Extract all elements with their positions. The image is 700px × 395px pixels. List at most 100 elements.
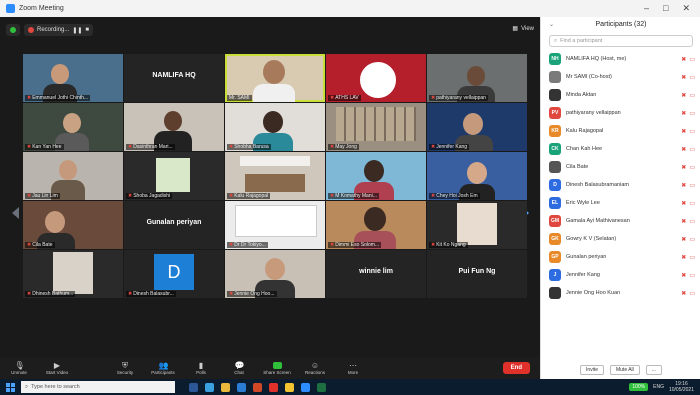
profile-picture bbox=[156, 158, 190, 192]
muted-mic-icon: ✖ bbox=[128, 193, 133, 199]
participant-name: Dr Dr Tokiyo... bbox=[234, 242, 266, 248]
video-tile[interactable]: ✖Dr Dr Tokiyo... bbox=[225, 201, 325, 249]
video-tile[interactable]: NAMLIFA HQ bbox=[124, 54, 224, 102]
video-tile[interactable]: ✖Kan Yan Hee bbox=[23, 103, 123, 151]
share-screen-button[interactable]: Share Screen bbox=[258, 361, 296, 375]
participant-row[interactable]: Jennie Ong Hoo Kuan ✖ ▭ bbox=[541, 284, 700, 302]
video-tile[interactable]: ✖Cila Bate bbox=[23, 201, 123, 249]
close-button[interactable]: ✕ bbox=[682, 3, 690, 14]
participant-name: pathiyarany vellaippan bbox=[436, 95, 486, 101]
participant-search-input[interactable]: ⌕ Find a participant bbox=[549, 35, 693, 47]
avatar bbox=[549, 161, 561, 173]
participant-row[interactable]: Mr SAMI (Co-host) ✖ ▭ bbox=[541, 68, 700, 86]
window-controls: – □ ✕ bbox=[644, 3, 700, 14]
stop-icon[interactable]: ■ bbox=[85, 27, 89, 33]
more-button[interactable]: ⋯ More bbox=[334, 361, 372, 375]
participant-row-name: Jennie Ong Hoo Kuan bbox=[566, 290, 621, 296]
video-tile[interactable]: ✖May Jong bbox=[326, 103, 426, 151]
video-tile[interactable]: D ✖Dinesh Balasubr... bbox=[124, 250, 224, 298]
participant-name: Jau Lin Lim bbox=[32, 193, 58, 199]
participant-video bbox=[463, 113, 483, 135]
file-explorer-icon[interactable] bbox=[221, 382, 230, 392]
invite-button[interactable]: Invite bbox=[580, 365, 604, 375]
video-tile[interactable]: ✖M Komathy Mani... bbox=[326, 152, 426, 200]
video-tile[interactable]: ✖pathiyarany vellaippan bbox=[427, 54, 527, 102]
clock[interactable]: 19:16 10/05/2021 bbox=[669, 381, 694, 393]
language-indicator[interactable]: ENG bbox=[653, 384, 664, 390]
video-tile[interactable]: ✖Kalu Rajagopal bbox=[225, 152, 325, 200]
mute-all-button[interactable]: Mute All bbox=[609, 365, 640, 375]
unmute-button[interactable]: 🎙 Unmute bbox=[0, 361, 38, 375]
video-tile[interactable]: ✖Chey Hoi Josh Em bbox=[427, 152, 527, 200]
participant-video bbox=[364, 207, 386, 231]
video-tile[interactable]: ✖Shoba Jagadishi bbox=[124, 152, 224, 200]
participant-row[interactable]: GP Gunalan periyan ✖ ▭ bbox=[541, 248, 700, 266]
participants-button[interactable]: 👥 Participants bbox=[144, 361, 182, 375]
participant-row[interactable]: PV pathiyarany vellaippan ✖ ▭ bbox=[541, 104, 700, 122]
windows-start-button[interactable] bbox=[6, 382, 15, 392]
clock-date: 10/05/2021 bbox=[668, 387, 694, 393]
polls-button[interactable]: ▮ Polls bbox=[182, 361, 220, 375]
taskbar-search-input[interactable]: ⌕ Type here to search bbox=[21, 381, 175, 393]
chevron-down-icon[interactable]: ⌄ bbox=[549, 21, 554, 28]
video-tile[interactable]: ✖ATHS LAV bbox=[326, 54, 426, 102]
video-tile[interactable]: ✖Jau Lin Lim bbox=[23, 152, 123, 200]
recording-indicator[interactable]: Recording... ❚❚ ■ bbox=[24, 24, 94, 36]
participant-row[interactable]: EL Eric Wyle Lee ✖ ▭ bbox=[541, 194, 700, 212]
participant-row[interactable]: J Jennifer Kang ✖ ▭ bbox=[541, 266, 700, 284]
zoom-icon[interactable] bbox=[301, 382, 310, 392]
edge-icon[interactable] bbox=[205, 382, 214, 392]
participant-name: Jennie Ong Hoo... bbox=[234, 291, 275, 297]
reactions-button[interactable]: ☺ Reactions bbox=[296, 361, 334, 375]
video-tile[interactable]: ✖Emmanuel Jothi Chinth... bbox=[23, 54, 123, 102]
prev-page-arrow[interactable] bbox=[12, 207, 19, 219]
acrobat-icon[interactable] bbox=[269, 382, 278, 392]
participant-row[interactable]: Cila Bate ✖ ▭ bbox=[541, 158, 700, 176]
security-shield-pill[interactable] bbox=[6, 24, 20, 36]
maximize-button[interactable]: □ bbox=[663, 3, 668, 14]
profile-picture bbox=[457, 203, 497, 245]
shield-icon: ⛨ bbox=[122, 360, 128, 370]
participant-row[interactable]: GK Gowry K V (Selatan) ✖ ▭ bbox=[541, 230, 700, 248]
word-icon[interactable] bbox=[237, 382, 246, 392]
powerpoint-icon[interactable] bbox=[253, 382, 262, 392]
video-tile-active-speaker[interactable]: Mr. SAMI bbox=[225, 54, 325, 102]
video-tile[interactable]: Gunalan periyan bbox=[124, 201, 224, 249]
participant-row[interactable]: CK Chan Kah Hee ✖ ▭ bbox=[541, 140, 700, 158]
video-tile[interactable]: ✖Dimmi Eso Solom... bbox=[326, 201, 426, 249]
view-button[interactable]: ▦ View bbox=[512, 25, 534, 33]
video-off-icon: ▭ bbox=[689, 164, 695, 171]
avatar: GM bbox=[549, 215, 561, 227]
video-tile[interactable]: Pui Fun Ng bbox=[427, 250, 527, 298]
video-tile[interactable]: winnie lim bbox=[326, 250, 426, 298]
muted-mic-icon: ✖ bbox=[681, 128, 687, 135]
view-label: View bbox=[521, 25, 534, 32]
start-video-button[interactable]: ▶ Start Video bbox=[38, 361, 76, 375]
minimize-button[interactable]: – bbox=[644, 3, 649, 14]
participants-title: Participants (32) bbox=[595, 21, 647, 28]
pause-icon[interactable]: ❚❚ bbox=[72, 27, 82, 34]
end-meeting-button[interactable]: End bbox=[502, 362, 530, 374]
participant-row[interactable]: KR Kalu Rajagopal ✖ ▭ bbox=[541, 122, 700, 140]
video-tile[interactable]: ✖Kit Ko Ngang bbox=[427, 201, 527, 249]
video-tile[interactable]: ✖Dasinthran Mari... bbox=[124, 103, 224, 151]
taskview-icon[interactable] bbox=[189, 382, 198, 392]
battery-indicator[interactable]: 100% bbox=[629, 383, 649, 391]
video-tile[interactable]: ✖Jennie Ong Hoo... bbox=[225, 250, 325, 298]
video-tile[interactable]: ✖Jennifer Kang bbox=[427, 103, 527, 151]
excel-icon[interactable] bbox=[317, 382, 326, 392]
participant-row[interactable]: D Dinesh Balasubramaniam ✖ ▭ bbox=[541, 176, 700, 194]
video-tile[interactable]: ✖Shobha Barusa bbox=[225, 103, 325, 151]
security-button[interactable]: ⛨ Security bbox=[106, 360, 144, 375]
participant-row-name: NAMLIFA HQ (Host, me) bbox=[566, 56, 627, 62]
participant-row[interactable]: Minda Aktan ✖ ▭ bbox=[541, 86, 700, 104]
participant-row[interactable]: GM Gamala Ayi Mathivanesan ✖ ▭ bbox=[541, 212, 700, 230]
muted-mic-icon: ✖ bbox=[330, 144, 335, 150]
video-tile[interactable]: ✖Dhinesh Bathum... bbox=[23, 250, 123, 298]
more-options-button[interactable]: ... bbox=[645, 365, 662, 375]
participant-name-placeholder: Gunalan periyan bbox=[146, 219, 202, 226]
chrome-icon[interactable] bbox=[285, 382, 294, 392]
chat-button[interactable]: 💬 Chat bbox=[220, 361, 258, 375]
participant-video bbox=[265, 258, 285, 280]
participant-row[interactable]: NH NAMLIFA HQ (Host, me) ✖ ▭ bbox=[541, 50, 700, 68]
